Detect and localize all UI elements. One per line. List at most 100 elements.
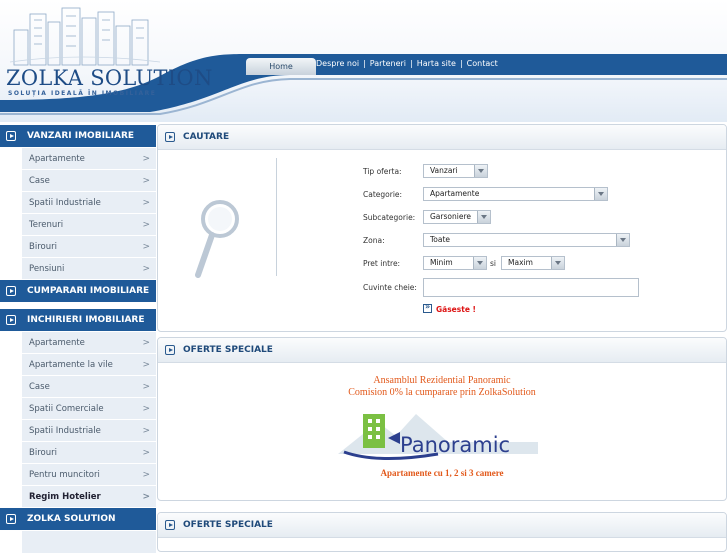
nav-separator: |: [459, 59, 463, 68]
header: ZOLKA SOLUTION SOLUȚIA IDEALĂ ÎN IMOBILI…: [0, 0, 727, 122]
special-offers-panel: OFERTE SPECIALE Ansamblul Rezidential Pa…: [157, 337, 727, 501]
categorie-select[interactable]: Apartamente: [423, 187, 608, 201]
subcategorie-label: Subcategorie:: [363, 213, 416, 222]
sidebar-item-apartamente-la-vile[interactable]: Apartamente la vile >: [22, 354, 156, 376]
chevron-down-icon: [594, 188, 607, 200]
offers-title: OFERTE SPECIALE: [183, 520, 273, 530]
sidebar-item-regim-hotelier[interactable]: Regim Hotelier >: [22, 486, 156, 508]
cuvinte-cheie-label: Cuvinte cheie:: [363, 283, 417, 292]
offers-title: OFERTE SPECIALE: [183, 345, 273, 355]
section-label: ZOLKA SOLUTION: [27, 514, 116, 524]
nav-contact[interactable]: Contact: [467, 59, 498, 68]
select-value: Maxim: [508, 258, 533, 267]
offers-panel-header: OFERTE SPECIALE: [158, 513, 726, 538]
section-cumparari-imobiliare[interactable]: CUMPARARI IMOBILIARE: [0, 280, 156, 303]
chevron-right-icon: >: [142, 176, 150, 186]
item-label: Birouri: [29, 242, 57, 252]
chevron-down-icon: [477, 211, 490, 223]
item-label: Spatii Comerciale: [29, 404, 104, 414]
arrow-box-icon: [6, 514, 16, 524]
chevron-right-icon: >: [142, 154, 150, 164]
chevron-right-icon: >: [142, 492, 150, 502]
nav-despre-noi[interactable]: Despre noi: [316, 59, 359, 68]
chevron-down-icon: [474, 165, 487, 177]
item-label: Case: [29, 382, 50, 392]
sidebar-item-terenuri[interactable]: Terenuri >: [22, 214, 156, 236]
search-button-label: Găseste !: [436, 305, 476, 314]
search-title: CAUTARE: [183, 132, 230, 142]
item-label: Regim Hotelier: [29, 492, 101, 502]
chevron-right-icon: >: [142, 382, 150, 392]
nav-home-tab[interactable]: Home: [246, 58, 316, 75]
item-label: Spatii Industriale: [29, 198, 101, 208]
magnifier-icon: [195, 200, 239, 278]
zona-select[interactable]: Toate: [423, 233, 630, 247]
chevron-right-icon: >: [142, 198, 150, 208]
top-nav: Despre noi | Parteneri | Harta site | Contact: [316, 59, 498, 68]
sidebar-item-pentru-muncitori[interactable]: Pentru muncitori >: [22, 464, 156, 486]
chevron-right-icon: >: [142, 338, 150, 348]
arrow-box-icon: [165, 132, 175, 142]
promo-line-1[interactable]: Ansamblul Rezidential Panoramic: [158, 375, 726, 387]
nav-harta-site[interactable]: Harta site: [417, 59, 456, 68]
section-label: INCHIRIERI IMOBILIARE: [27, 315, 145, 325]
keyword-input[interactable]: [423, 278, 639, 297]
sidebar-item-apartamente[interactable]: Apartamente >: [22, 148, 156, 170]
chevron-down-icon: [473, 257, 486, 269]
logo-tagline: SOLUȚIA IDEALĂ ÎN IMOBILIARE: [8, 90, 157, 97]
chevron-down-icon: [616, 234, 629, 246]
search-button[interactable]: Găseste !: [423, 302, 476, 314]
chevron-right-icon: >: [142, 404, 150, 414]
item-label: Birouri: [29, 448, 57, 458]
submenu-strip: [22, 531, 156, 553]
nav-separator: |: [410, 59, 413, 68]
item-label: Pensiuni: [29, 264, 65, 274]
sidebar-item-case[interactable]: Case >: [22, 376, 156, 398]
chevron-right-icon: >: [142, 242, 150, 252]
arrow-box-icon: [165, 520, 175, 530]
sidebar-item-spatii-comerciale[interactable]: Spatii Comerciale >: [22, 398, 156, 420]
divider: [276, 158, 277, 276]
si-label: si: [490, 259, 496, 268]
promo-line-2[interactable]: Comision 0% la cumparare prin ZolkaSolut…: [158, 387, 726, 398]
section-vanzari-imobiliare[interactable]: VANZARI IMOBILIARE: [0, 125, 156, 148]
nav-separator: |: [363, 59, 366, 68]
zona-label: Zona:: [363, 236, 385, 245]
chevron-right-icon: >: [142, 426, 150, 436]
item-label: Case: [29, 176, 50, 186]
sidebar-item-birouri[interactable]: Birouri >: [22, 236, 156, 258]
sidebar: VANZARI IMOBILIARE Apartamente > Case > Sp…: [0, 125, 156, 553]
subcategorie-select[interactable]: Garsoniere: [423, 210, 491, 224]
pret-min-select[interactable]: Minim: [423, 256, 487, 270]
item-label: Apartamente: [29, 154, 85, 164]
arrow-box-icon: [6, 315, 16, 325]
sidebar-item-spatii-industriale[interactable]: Spatii Industriale >: [22, 192, 156, 214]
pret-max-select[interactable]: Maxim: [501, 256, 565, 270]
sidebar-item-case[interactable]: Case >: [22, 170, 156, 192]
nav-parteneri[interactable]: Parteneri: [370, 59, 406, 68]
section-label: VANZARI IMOBILIARE: [27, 131, 135, 141]
item-label: Apartamente la vile: [29, 360, 113, 370]
sidebar-item-spatii-industriale[interactable]: Spatii Industriale >: [22, 420, 156, 442]
arrow-box-icon: [6, 286, 16, 296]
tip-oferta-select[interactable]: Vanzari: [423, 164, 488, 178]
item-label: Apartamente: [29, 338, 85, 348]
item-label: Terenuri: [29, 220, 64, 230]
search-panel-header: CAUTARE: [158, 125, 726, 150]
tip-oferta-label: Tip oferta:: [363, 167, 402, 176]
section-zolka-solution[interactable]: ZOLKA SOLUTION: [0, 508, 156, 531]
chevron-right-icon: >: [142, 448, 150, 458]
sidebar-item-birouri[interactable]: Birouri >: [22, 442, 156, 464]
select-value: Apartamente: [430, 189, 480, 198]
panoramic-wordmark: Panoramic: [400, 433, 511, 457]
pret-label: Pret intre:: [363, 259, 401, 268]
item-label: Spatii Industriale: [29, 426, 101, 436]
sidebar-item-pensiuni[interactable]: Pensiuni >: [22, 258, 156, 280]
section-inchirieri-imobiliare[interactable]: INCHIRIERI IMOBILIARE: [0, 309, 156, 332]
arrow-box-icon: [6, 131, 16, 141]
promo-subtitle[interactable]: Apartamente cu 1, 2 si 3 camere: [158, 468, 726, 478]
chevron-right-icon: >: [142, 470, 150, 480]
chevron-right-icon: >: [142, 360, 150, 370]
item-label: Pentru muncitori: [29, 470, 100, 480]
sidebar-item-apartamente[interactable]: Apartamente >: [22, 332, 156, 354]
